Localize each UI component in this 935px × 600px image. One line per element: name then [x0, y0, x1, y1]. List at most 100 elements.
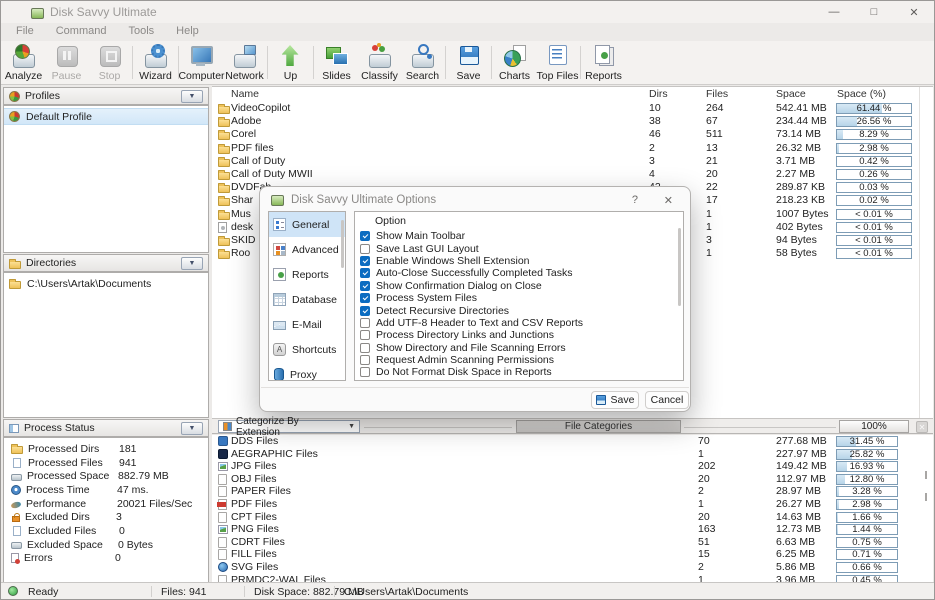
column-space-pct[interactable]: Space (%) [837, 88, 886, 100]
option-checkbox[interactable] [360, 355, 370, 365]
dialog-category-item[interactable]: Reports [269, 262, 345, 287]
toolbar-button[interactable]: Reports [582, 41, 625, 84]
cancel-button[interactable]: Cancel [645, 391, 689, 409]
option-row[interactable]: Do Not Format Disk Space in Reports [355, 366, 683, 378]
dialog-close-button[interactable]: ✕ [664, 194, 673, 207]
table-row[interactable]: CDRT Files 51 6.63 MB 0.75 % [212, 536, 933, 549]
menu-item[interactable]: Command [45, 23, 118, 41]
dialog-category-item[interactable]: Database [269, 287, 345, 312]
title-bar: Disk Savvy Ultimate — □ ✕ [1, 1, 934, 23]
option-checkbox[interactable] [360, 268, 370, 278]
maximize-button[interactable]: □ [854, 1, 894, 23]
option-row[interactable]: Auto-Close Successfully Completed Tasks [355, 267, 683, 279]
table-row[interactable]: PDF files 2 13 26.32 MB 2.98 % [212, 142, 933, 155]
toolbar-button[interactable]: Classify [358, 41, 401, 84]
toolbar-button[interactable]: Charts [493, 41, 536, 84]
dialog-category-item[interactable]: General [269, 212, 345, 237]
option-row[interactable]: Save Last GUI Layout [355, 242, 683, 254]
profile-label: Default Profile [26, 111, 92, 123]
table-row[interactable]: PAPER Files 2 28.97 MB 3.28 % [212, 485, 933, 498]
toolbar-button[interactable]: Computer [180, 41, 223, 84]
option-checkbox[interactable] [360, 281, 370, 291]
table-row[interactable]: VideoCopilot 10 264 542.41 MB 61.44 % [212, 102, 933, 115]
table-row[interactable]: Corel 46 511 73.14 MB 8.29 % [212, 128, 933, 141]
option-checkbox[interactable] [360, 231, 370, 241]
option-row[interactable]: Request Admin Scanning Permissions [355, 354, 683, 366]
minimize-button[interactable]: — [814, 1, 854, 23]
menu-item[interactable]: Help [165, 23, 210, 41]
close-panel-icon[interactable]: ✕ [916, 421, 928, 433]
scrollbar-thumb[interactable] [341, 220, 344, 268]
directories-dropdown-button[interactable]: ▼ [181, 257, 203, 270]
cell-files: 70 [698, 435, 710, 448]
option-checkbox[interactable] [360, 330, 370, 340]
table-row[interactable]: Call of Duty 3 21 3.71 MB 0.42 % [212, 155, 933, 168]
option-checkbox[interactable] [360, 318, 370, 328]
column-dirs[interactable]: Dirs [649, 88, 668, 100]
table-row[interactable]: FILL Files 15 6.25 MB 0.71 % [212, 548, 933, 561]
toolbar-button[interactable]: Save [447, 41, 490, 84]
process-status-dropdown-button[interactable]: ▼ [181, 422, 203, 435]
process-status-label: Excluded Dirs [25, 511, 111, 523]
toolbar-button[interactable]: Up [269, 41, 312, 84]
directory-item[interactable]: C:\Users\Artak\Documents [4, 275, 208, 292]
table-row[interactable]: DDS Files 70 277.68 MB 31.45 % [212, 435, 933, 448]
table-row[interactable]: PDF Files 1 26.27 MB 2.98 % [212, 498, 933, 511]
column-files[interactable]: Files [706, 88, 728, 100]
toolbar-icon [143, 44, 169, 69]
option-row[interactable]: Enable Windows Shell Extension [355, 255, 683, 267]
table-row[interactable]: OBJ Files 20 112.97 MB 12.80 % [212, 473, 933, 486]
cell-name: FILL Files [231, 548, 277, 561]
option-checkbox[interactable] [360, 244, 370, 254]
dialog-category-item[interactable]: Shortcuts [269, 337, 345, 362]
option-row[interactable]: Process Directory Links and Junctions [355, 329, 683, 341]
options-column-header: Option [355, 212, 683, 230]
toolbar-button[interactable]: Stop [88, 41, 131, 84]
toolbar-button[interactable]: Search [401, 41, 444, 84]
table-row[interactable]: Adobe 38 67 234.44 MB 26.56 % [212, 115, 933, 128]
table-row[interactable]: CPT Files 20 14.63 MB 1.66 % [212, 511, 933, 524]
toolbar-button[interactable]: Slides [315, 41, 358, 84]
close-button[interactable]: ✕ [894, 1, 934, 23]
dialog-help-button[interactable]: ? [632, 194, 638, 206]
option-row[interactable]: Add UTF-8 Header to Text and CSV Reports [355, 317, 683, 329]
toolbar-button[interactable]: Analyze [2, 41, 45, 84]
option-checkbox[interactable] [360, 367, 370, 377]
option-row[interactable]: Process System Files [355, 292, 683, 304]
save-button[interactable]: Save [591, 391, 639, 409]
option-checkbox[interactable] [360, 306, 370, 316]
column-name[interactable]: Name [231, 88, 259, 100]
menu-item[interactable]: File [5, 23, 45, 41]
table-row[interactable]: JPG Files 202 149.42 MB 16.93 % [212, 460, 933, 473]
menu-item[interactable]: Tools [117, 23, 165, 41]
toolbar-button[interactable]: Top Files [536, 41, 579, 84]
toolbar-button[interactable]: Pause [45, 41, 88, 84]
column-space[interactable]: Space [776, 88, 806, 100]
cell-space: 402 Bytes [776, 221, 823, 234]
option-row[interactable]: Detect Recursive Directories [355, 304, 683, 316]
table-row[interactable]: SVG Files 2 5.86 MB 0.66 % [212, 561, 933, 574]
option-checkbox[interactable] [360, 343, 370, 353]
file-categories-button[interactable]: File Categories [516, 420, 681, 433]
profile-item[interactable]: Default Profile [4, 108, 208, 125]
toolbar-button[interactable]: Wizard [134, 41, 177, 84]
dialog-category-item[interactable]: Proxy [269, 362, 345, 381]
table-row[interactable]: Call of Duty MWII 4 20 2.27 MB 0.26 % [212, 168, 933, 181]
scrollbar-mark[interactable] [925, 493, 927, 501]
scrollbar-thumb[interactable] [678, 228, 681, 306]
window-controls: — □ ✕ [814, 1, 934, 23]
dialog-category-item[interactable]: E-Mail [269, 312, 345, 337]
table-row[interactable]: AEGRAPHIC Files 1 227.97 MB 25.82 % [212, 448, 933, 461]
option-row[interactable]: Show Main Toolbar [355, 230, 683, 242]
toolbar-button[interactable]: Network [223, 41, 266, 84]
zoom-level[interactable]: 100% [839, 420, 909, 433]
profiles-dropdown-button[interactable]: ▼ [181, 90, 203, 103]
option-row[interactable]: Show Confirmation Dialog on Close [355, 280, 683, 292]
table-row[interactable]: PNG Files 163 12.73 MB 1.44 % [212, 523, 933, 536]
option-checkbox[interactable] [360, 256, 370, 266]
scrollbar-mark[interactable] [925, 471, 927, 479]
categorize-mode-select[interactable]: Categorize By Extension ▼ [218, 420, 360, 433]
dialog-category-item[interactable]: Advanced [269, 237, 345, 262]
option-row[interactable]: Show Directory and File Scanning Errors [355, 342, 683, 354]
option-checkbox[interactable] [360, 293, 370, 303]
